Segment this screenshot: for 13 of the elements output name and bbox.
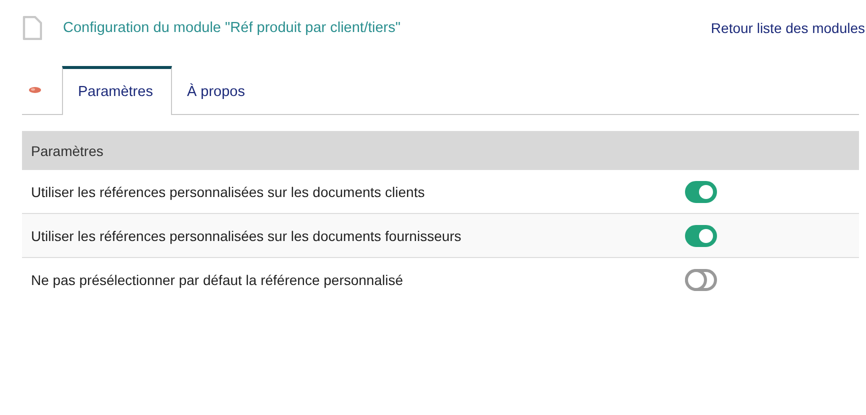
toggle-switch[interactable] (685, 224, 717, 246)
document-icon (22, 16, 42, 40)
module-icon (28, 86, 42, 94)
tab[interactable]: Paramètres (62, 66, 172, 115)
table-header: Paramètres (22, 131, 859, 170)
tab[interactable]: À propos (172, 66, 263, 115)
page-title: Configuration du module "Réf produit par client/tiers" (63, 20, 401, 36)
setting-label: Utiliser les références personnalisées sur les documents fournisseurs (31, 228, 462, 244)
setting-label: Utiliser les références personnalisées sur les documents clients (31, 184, 426, 200)
setting-label: Ne pas présélectionner par défaut la référence personnalisé (31, 272, 404, 288)
back-link[interactable]: Retour liste des modules (710, 20, 865, 36)
toggle-switch[interactable] (685, 268, 717, 290)
toggle-switch[interactable] (685, 180, 717, 202)
